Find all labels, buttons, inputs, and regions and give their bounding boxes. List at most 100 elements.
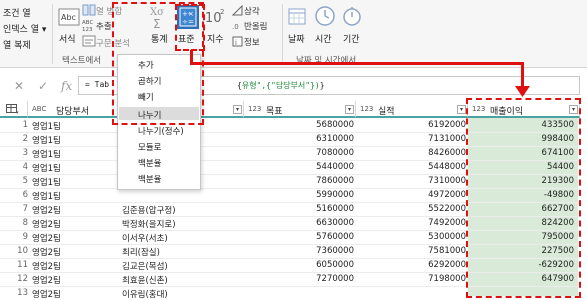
row-number: 13 — [17, 288, 28, 298]
cell-target: 5440000 — [316, 162, 354, 172]
cell-target: 7860000 — [316, 176, 354, 186]
cell-actual: 7198000 — [428, 274, 466, 284]
cell-dept: 영업2팀 — [32, 248, 61, 258]
cell-person: 최리(잠실) — [122, 248, 160, 258]
trigonometry-label[interactable]: 삼각 — [244, 5, 260, 17]
highlight-box-standard-button — [175, 4, 205, 51]
stopwatch-icon[interactable] — [341, 5, 363, 27]
extract-icon[interactable]: ABC 123 — [82, 18, 96, 32]
highlight-box-profit-column — [466, 98, 581, 298]
cell-target: 7080000 — [316, 148, 354, 158]
cell-target: 5680000 — [316, 120, 354, 130]
ribbon-separator — [282, 4, 283, 64]
cell-actual: 4972000 — [428, 190, 466, 200]
cell-person: 김준용(압구정) — [122, 206, 176, 216]
row-number: 2 — [22, 134, 28, 144]
cell-dept: 영업1팀 — [32, 150, 61, 160]
format-icon[interactable]: Abc — [58, 6, 80, 28]
arrow-head-icon — [515, 86, 530, 97]
cell-actual: 8426000 — [428, 148, 466, 158]
cell-dept: 영업2팀 — [32, 262, 61, 272]
column-header-actual[interactable]: 123 실적 ▾ — [356, 101, 468, 118]
confirm-icon[interactable]: ✓ — [38, 79, 48, 93]
filter-dropdown-icon[interactable]: ▾ — [457, 105, 466, 114]
filter-dropdown-icon[interactable]: ▾ — [233, 105, 242, 114]
scientific-icon[interactable]: 10 2 — [205, 6, 227, 26]
cell-person: 박정화(을지로) — [122, 220, 176, 230]
index-column-label: 인덱스 열 — [3, 25, 39, 35]
cell-dept: 영업1팀 — [32, 122, 61, 132]
svg-text:ABC: ABC — [82, 20, 93, 26]
trigonometry-icon[interactable] — [232, 5, 243, 16]
column-header-label: 담당부서 — [56, 107, 90, 117]
cell-target: 6310000 — [316, 134, 354, 144]
cell-actual: 5448000 — [428, 162, 466, 172]
text-type-icon[interactable]: ABC — [32, 105, 46, 113]
menu-item-modulo[interactable]: 모듈로 — [138, 141, 161, 153]
cell-actual: 6192000 — [428, 120, 466, 130]
cell-dept: 영업1팀 — [32, 164, 61, 174]
scientific-label: 지수 — [207, 35, 224, 45]
menu-item-percent-of[interactable]: 백분율 — [138, 173, 161, 185]
cell-actual: 7310000 — [428, 176, 466, 186]
cell-actual: 6292000 — [428, 260, 466, 270]
rounding-icon[interactable]: .0 — [232, 20, 243, 31]
cell-target: 7270000 — [316, 274, 354, 284]
date-label: 날짜 — [288, 35, 305, 45]
row-number: 11 — [17, 260, 28, 270]
information-label[interactable]: 정보 — [244, 36, 260, 48]
cell-actual: 5522000 — [428, 204, 466, 214]
clock-icon[interactable] — [314, 5, 336, 27]
row-number: 7 — [22, 204, 28, 214]
duplicate-column-label: 열 복제 — [3, 41, 31, 51]
cell-person: 최효윤(신촌) — [122, 276, 168, 286]
row-number: 8 — [22, 218, 28, 228]
cancel-icon[interactable]: ✕ — [14, 79, 24, 93]
chevron-down-icon: ▾ — [41, 25, 47, 35]
menu-item-integer-divide[interactable]: 나누기(정수) — [138, 125, 184, 137]
column-header-target[interactable]: 123 목표 ▾ — [244, 101, 356, 118]
svg-text:2: 2 — [220, 8, 224, 16]
arrow-line-horizontal — [190, 62, 523, 65]
row-number: 1 — [22, 120, 28, 130]
calendar-icon[interactable] — [287, 6, 307, 26]
duplicate-column-button[interactable]: 열 복제 — [3, 38, 31, 51]
information-icon[interactable]: i — [232, 36, 243, 47]
cell-target: 6630000 — [316, 218, 354, 228]
rounding-label[interactable]: 반올림 — [244, 20, 267, 32]
svg-text:▾: ▾ — [16, 110, 19, 114]
cell-dept: 영업2팀 — [32, 206, 61, 216]
cell-actual: 7131000 — [428, 134, 466, 144]
column-header-label: 실적 — [378, 107, 395, 117]
filter-dropdown-icon[interactable]: ▾ — [345, 105, 354, 114]
cell-dept: 영업2팀 — [32, 234, 61, 244]
svg-text:i: i — [235, 39, 237, 47]
row-number: 10 — [17, 246, 28, 256]
svg-text:Abc: Abc — [61, 13, 76, 22]
number-type-icon[interactable]: 123 — [248, 105, 261, 113]
cell-dept: 영업2팀 — [32, 290, 61, 300]
number-type-icon[interactable]: 123 — [360, 105, 373, 113]
cell-dept: 영업1팀 — [32, 192, 61, 202]
parse-icon[interactable] — [82, 35, 96, 47]
conditional-column-button[interactable]: 조건 열 — [3, 6, 31, 19]
cell-dept: 영업1팀 — [32, 178, 61, 188]
time-label: 시간 — [315, 35, 332, 45]
merge-columns-icon[interactable] — [82, 4, 96, 16]
row-number: 9 — [22, 232, 28, 242]
cell-dept: 영업2팀 — [32, 220, 61, 230]
cell-person: 이서우(서초) — [122, 234, 168, 244]
cell-dept: 영업2팀 — [32, 276, 61, 286]
duration-label: 기간 — [343, 35, 360, 45]
text-group-label: 텍스트에서 — [62, 56, 102, 66]
menu-item-percentage[interactable]: 백분율 — [138, 157, 161, 169]
extract-label[interactable]: 추출 — [96, 20, 112, 32]
conditional-column-label: 조건 열 — [3, 9, 31, 19]
index-column-button[interactable]: 인덱스 열 ▾ — [3, 22, 46, 35]
formula-text-left: = Tab — [85, 80, 110, 89]
table-menu-button[interactable]: ▾ — [0, 101, 28, 118]
fx-icon[interactable]: fx — [61, 79, 72, 93]
cell-actual: 7492000 — [428, 218, 466, 228]
format-label: 서식 — [59, 35, 76, 45]
row-number: 6 — [22, 190, 28, 200]
